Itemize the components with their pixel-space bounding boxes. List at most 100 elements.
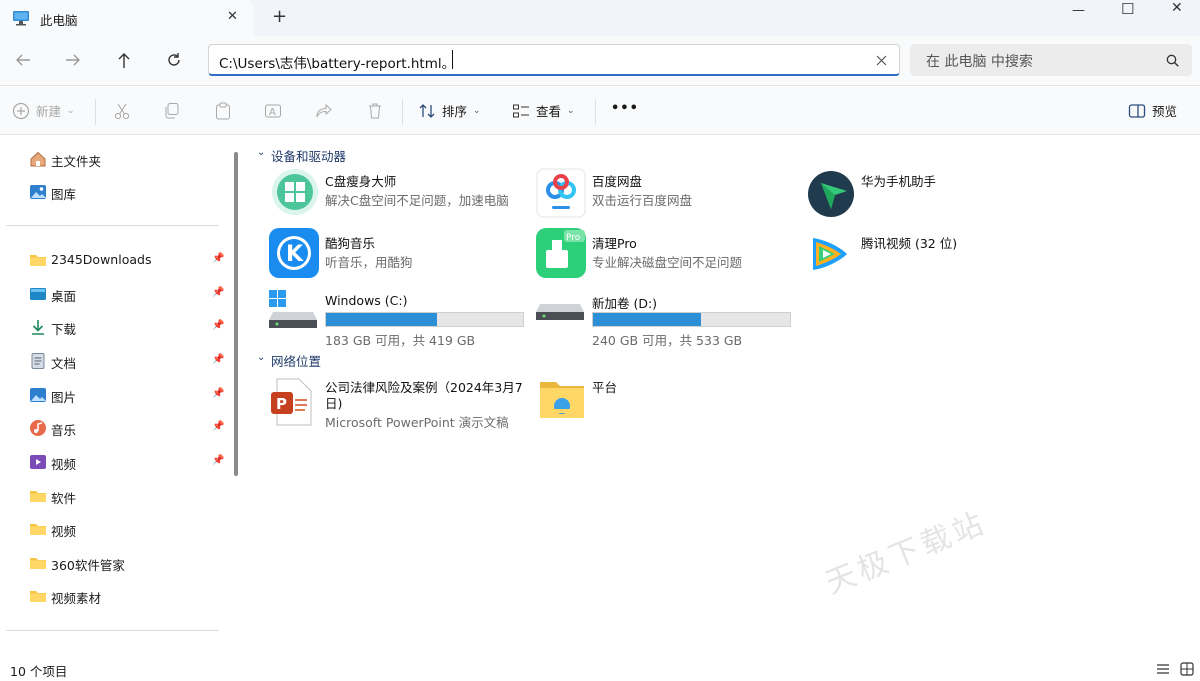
network-group-header[interactable]: 网络位置 xyxy=(271,351,321,370)
pin-icon[interactable]: 📌 xyxy=(212,455,224,467)
copy-icon[interactable] xyxy=(163,102,181,120)
details-view-icon[interactable] xyxy=(1156,663,1170,675)
paste-icon[interactable] xyxy=(214,102,232,120)
sidebar-item-label: 视频 xyxy=(51,457,77,472)
sidebar-item-desktop[interactable]: 桌面 📌 xyxy=(0,281,228,307)
more-options-button[interactable]: ••• xyxy=(611,101,639,116)
minimize-button[interactable]: — xyxy=(1072,3,1085,18)
pin-icon[interactable]: 📌 xyxy=(212,354,224,366)
search-icon[interactable] xyxy=(1166,54,1179,67)
app-tile-tencent-video[interactable]: 腾讯视频 (32 位) xyxy=(805,228,1065,282)
baidu-netdisk-icon xyxy=(536,168,586,218)
tiles-view-icon[interactable] xyxy=(1180,662,1194,676)
up-arrow-icon[interactable] xyxy=(116,51,132,69)
tab-this-pc[interactable]: 此电脑 ✕ xyxy=(0,0,254,36)
navigation-pane: 主文件夹 图库 2345Downloads 📌 桌面 📌 下载 📌 文档 📌 图… xyxy=(0,136,232,658)
forward-arrow-icon[interactable] xyxy=(64,52,82,68)
search-input[interactable]: 在 此电脑 中搜索 xyxy=(926,51,1033,71)
folder-icon xyxy=(30,558,46,569)
chevron-down-icon[interactable]: ⌄ xyxy=(257,147,265,158)
app-subtitle: 听音乐，用酷狗 xyxy=(325,255,413,270)
new-button[interactable]: 新建 ⌄ xyxy=(12,101,75,120)
watermark: 天极下载站 xyxy=(820,505,992,602)
search-box[interactable]: 在 此电脑 中搜索 xyxy=(910,44,1192,76)
app-subtitle: 双击运行百度网盘 xyxy=(592,193,693,208)
drive-usage-bar xyxy=(325,312,524,327)
tab-title: 此电脑 xyxy=(40,13,78,28)
sidebar-item-label: 360软件管家 xyxy=(51,558,125,573)
delete-icon[interactable] xyxy=(366,102,384,120)
sidebar-item-360-software[interactable]: 360软件管家 xyxy=(0,550,228,576)
video-icon xyxy=(30,455,46,469)
app-subtitle: 专业解决磁盘空间不足问题 xyxy=(592,255,743,270)
item-count: 10 个项目 xyxy=(10,664,68,679)
refresh-icon[interactable] xyxy=(166,52,182,68)
sidebar-item-label: 视频素材 xyxy=(51,591,102,606)
sidebar-item-videos[interactable]: 视频 📌 xyxy=(0,449,228,475)
windows-drive-icon xyxy=(269,290,317,328)
rename-icon[interactable]: A xyxy=(264,102,282,120)
preview-pane-button[interactable]: 预览 xyxy=(1128,101,1177,120)
view-button[interactable]: 查看 ⌄ xyxy=(512,101,575,120)
app-title: C盘瘦身大师 xyxy=(325,174,397,189)
sort-button[interactable]: 排序 ⌄ xyxy=(418,101,481,120)
cut-icon[interactable] xyxy=(113,102,131,120)
app-title: 华为手机助手 xyxy=(861,174,937,189)
pin-icon[interactable]: 📌 xyxy=(212,388,224,400)
svg-text:A: A xyxy=(269,107,276,118)
app-title: 酷狗音乐 xyxy=(325,236,376,251)
app-tile-c-cleaner[interactable]: C盘瘦身大师 解决C盘空间不足问题，加速电脑 xyxy=(269,166,529,220)
sidebar-item-software[interactable]: 软件 xyxy=(0,483,228,509)
sidebar-item-home[interactable]: 主文件夹 xyxy=(0,146,228,172)
close-tab-icon[interactable]: ✕ xyxy=(227,9,238,24)
network-item-platform[interactable]: 平台 xyxy=(536,372,796,426)
sidebar-item-video-materials[interactable]: 视频素材 xyxy=(0,583,228,609)
sidebar-item-documents[interactable]: 文档 📌 xyxy=(0,348,228,374)
sidebar-item-downloads[interactable]: 下载 📌 xyxy=(0,314,228,340)
sidebar-item-video-folder[interactable]: 视频 xyxy=(0,516,228,542)
chevron-down-icon[interactable]: ⌄ xyxy=(257,352,265,363)
sidebar-item-gallery[interactable]: 图库 xyxy=(0,179,228,205)
sidebar-item-pictures[interactable]: 图片 📌 xyxy=(0,382,228,408)
pin-icon[interactable]: 📌 xyxy=(212,287,224,299)
address-bar[interactable]: C:\Users\志伟\battery-report.html。 xyxy=(208,44,900,76)
sidebar-item-label: 文档 xyxy=(51,356,77,371)
computer-icon xyxy=(13,11,29,26)
preview-pane-icon xyxy=(1128,103,1146,118)
share-icon[interactable] xyxy=(315,102,333,120)
devices-group-header[interactable]: 设备和驱动器 xyxy=(271,146,346,165)
app-tile-huawei-assistant[interactable]: 华为手机助手 xyxy=(805,166,1065,220)
pin-icon[interactable]: 📌 xyxy=(212,320,224,332)
clear-address-icon[interactable] xyxy=(876,55,887,66)
app-tile-kugou[interactable]: K 酷狗音乐 听音乐，用酷狗 xyxy=(269,228,529,282)
new-tab-button[interactable]: + xyxy=(272,6,287,27)
sidebar-item-music[interactable]: 音乐 📌 xyxy=(0,415,228,441)
sidebar-item-2345downloads[interactable]: 2345Downloads 📌 xyxy=(0,247,228,273)
app-tile-baidu-netdisk[interactable]: 百度网盘 双击运行百度网盘 xyxy=(536,166,796,220)
sidebar-scrollbar[interactable] xyxy=(234,152,238,476)
title-bar: 此电脑 ✕ + — ☐ ✕ xyxy=(0,0,1200,36)
view-label: 查看 xyxy=(536,104,562,119)
drive-tile-d[interactable]: 新加卷 (D:) 240 GB 可用，共 533 GB xyxy=(536,288,796,348)
preview-label: 预览 xyxy=(1152,104,1178,119)
sidebar-divider xyxy=(6,225,219,226)
desktop-icon xyxy=(30,288,46,300)
sidebar-item-label: 下载 xyxy=(51,322,77,337)
back-arrow-icon[interactable] xyxy=(14,52,32,68)
pictures-icon xyxy=(30,388,46,402)
toolbar-divider xyxy=(95,99,96,125)
close-window-button[interactable]: ✕ xyxy=(1171,0,1183,16)
pin-icon[interactable]: 📌 xyxy=(212,253,224,265)
address-text[interactable]: C:\Users\志伟\battery-report.html。 xyxy=(219,52,455,72)
svg-text:P: P xyxy=(276,395,287,413)
app-tile-cleaner-pro[interactable]: Pro 清理Pro 专业解决磁盘空间不足问题 xyxy=(536,228,796,282)
network-item-ppt[interactable]: P 公司法律风险及案例（2024年3月7 日) Microsoft PowerP… xyxy=(269,372,529,430)
pin-icon[interactable]: 📌 xyxy=(212,421,224,433)
powerpoint-icon: P xyxy=(271,378,312,426)
maximize-button[interactable]: ☐ xyxy=(1121,0,1134,18)
plus-circle-icon xyxy=(12,102,30,119)
drive-tile-c[interactable]: Windows (C:) 183 GB 可用，共 419 GB xyxy=(269,288,529,348)
sidebar-item-label: 主文件夹 xyxy=(51,154,102,169)
sidebar-item-label: 2345Downloads xyxy=(51,252,152,267)
sidebar-divider xyxy=(6,630,219,631)
